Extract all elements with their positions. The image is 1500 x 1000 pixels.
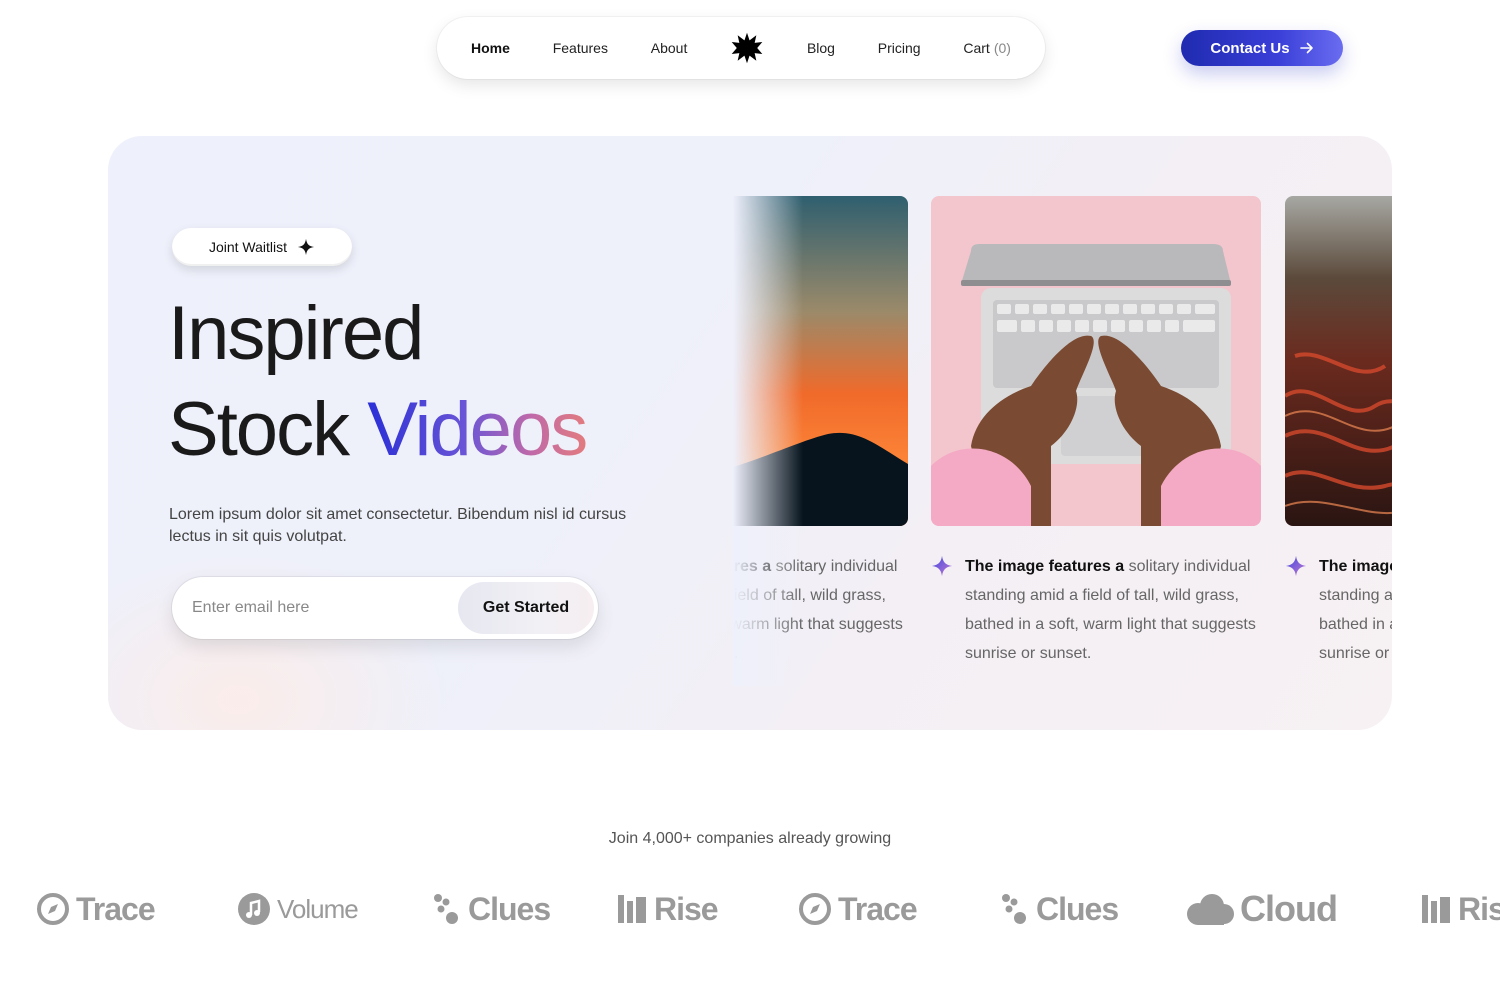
company-logo-clues: Clues [1000,885,1119,933]
caption-bold: The image features a [965,558,1125,575]
waitlist-label: Joint Waitlist [208,239,288,255]
nav-home[interactable]: Home [471,40,510,56]
contact-us-button[interactable]: Contact Us [1181,30,1343,66]
nav-features[interactable]: Features [553,40,608,56]
starburst-logo-icon[interactable] [730,31,764,65]
logo-name: Trace [838,890,918,927]
laptop-typing-image [931,196,1261,526]
sparkle-icon [931,555,953,577]
card-caption: The image features a solitary individual… [931,552,1261,668]
carousel-card[interactable]: The image features a solitary individual… [931,196,1261,668]
email-signup-form: Get Started [172,577,598,639]
paw-icon [1002,894,1026,924]
image-carousel: The image features a solitary individual… [733,196,1392,686]
cart-label: Cart [963,40,990,56]
compass-icon [799,893,831,925]
top-nav: Home Features About Blog Pricing Cart (0) [437,17,1045,79]
paw-icon [434,894,458,924]
email-input[interactable] [192,599,458,617]
nav-blog[interactable]: Blog [807,40,835,56]
sunset-mountain-image [733,196,908,526]
nav-about[interactable]: About [651,40,688,56]
carousel-card[interactable]: The image features a solitary individual… [733,196,908,668]
get-started-button[interactable]: Get Started [458,582,594,634]
logo-name: Trace [76,890,156,927]
logo-name: Clues [1036,890,1119,927]
carousel-card[interactable]: The image features a solitary individual… [1285,196,1392,668]
arrow-right-icon [1299,42,1313,54]
nav-pricing[interactable]: Pricing [878,40,921,56]
company-logo-rise: Rise [1420,885,1500,933]
companies-heading: Join 4,000+ companies already growing [608,830,892,847]
headline-gradient-word: Videos [367,387,588,472]
red-landscape-image [1285,196,1392,526]
company-logo-volume: Volume [237,885,359,933]
nav-cart[interactable]: Cart (0) [963,40,1011,56]
logo-name: Clues [468,890,551,927]
company-logo-trace: Trace [36,885,156,933]
card-caption: The image features a solitary individual… [733,552,908,668]
hero-description: Lorem ipsum dolor sit amet consectetur. … [169,506,627,545]
compass-icon [37,893,69,925]
building-icon [618,895,646,923]
sparkle-icon [1285,555,1307,577]
company-logo-clues: Clues [432,885,551,933]
caption-bold: The image features a [733,558,772,575]
headline-line1: Inspired [168,291,424,376]
company-logo-cloud: Cloud [1184,885,1338,933]
sparkle-icon [297,238,315,256]
logo-name: Rise [654,890,719,927]
company-logo-trace: Trace [798,885,918,933]
company-logo-strip: Trace Volume Clues Rise Trace Clues Clou… [0,885,1500,935]
cart-count: (0) [993,40,1011,56]
join-waitlist-button[interactable]: Joint Waitlist [172,228,352,266]
card-caption: The image features a solitary individual… [1285,552,1392,668]
music-note-icon [238,893,270,925]
contact-label: Contact Us [1210,39,1290,57]
logo-name: Volume [277,893,359,924]
hero-headline: Inspired Stock Videos [168,286,588,478]
hero-card: Joint Waitlist Inspired Stock Videos Lor… [108,136,1392,730]
headline-word1: Stock [168,387,350,472]
logo-name: Cloud [1240,888,1338,929]
company-logo-rise: Rise [616,885,719,933]
caption-bold: The image features a [1319,558,1392,575]
logo-name: Rise [1458,890,1500,927]
logo-shape [731,32,763,64]
building-icon [1422,895,1450,923]
cloud-icon [1187,894,1234,925]
